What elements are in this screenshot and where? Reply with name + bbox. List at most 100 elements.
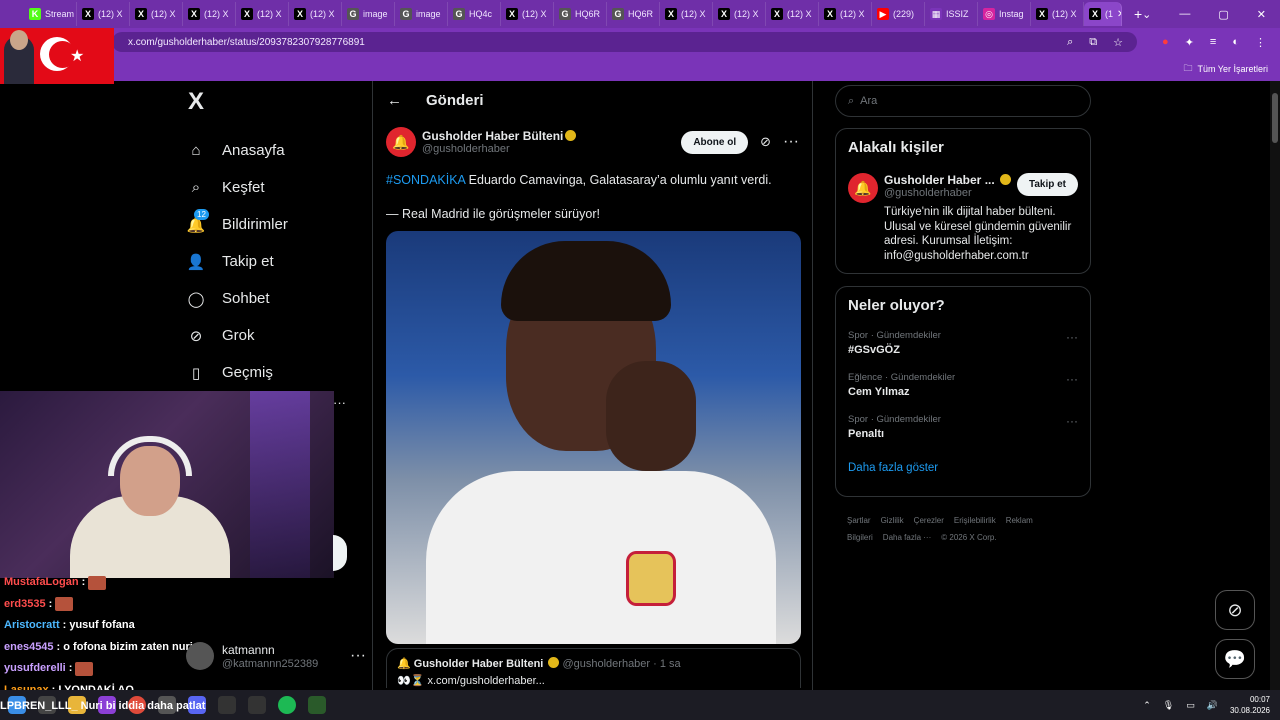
follow-button[interactable]: Takip et	[1016, 173, 1078, 196]
more-icon[interactable]: ···	[1066, 414, 1078, 428]
more-icon[interactable]: ···	[1066, 372, 1078, 386]
spotify-icon[interactable]	[278, 696, 296, 714]
menu-kebab-icon[interactable]: ⋮	[1255, 36, 1266, 49]
trend-item[interactable]: Spor · Gündemdekiler #GSvGÖZ ···	[848, 330, 1078, 356]
footer-link[interactable]: Şartlar	[847, 516, 871, 525]
app-icon[interactable]	[218, 696, 236, 714]
more-icon[interactable]: ···	[783, 133, 799, 151]
sidebar-item-keşfet[interactable]: ⌕ Keşfet	[186, 169, 366, 206]
x-logo-icon[interactable]: X	[188, 88, 366, 116]
sidebar-item-geçmiş[interactable]: ▯ Geçmiş	[186, 354, 366, 391]
footer-link[interactable]: Gizlilik	[881, 516, 904, 525]
post-image[interactable]	[386, 231, 801, 644]
tab-label: HQ6R	[575, 9, 601, 19]
footer-link[interactable]: Daha fazla ···	[883, 533, 931, 542]
volume-icon[interactable]: 🔊	[1207, 700, 1218, 711]
sidebar-item-sohbet[interactable]: ◯ Sohbet	[186, 280, 366, 317]
browser-tab[interactable]: X (12) X	[289, 2, 342, 26]
chat-user[interactable]: enes4545	[4, 637, 54, 659]
footer-link[interactable]: © 2026 X Corp.	[941, 533, 996, 542]
browser-tab[interactable]: G HQ6R	[554, 2, 607, 26]
show-more-link[interactable]: Daha fazla göster	[848, 462, 1078, 474]
sidebar-item-grok[interactable]: ⊘ Grok	[186, 317, 366, 354]
browser-tab[interactable]: ▶ (229)	[872, 2, 925, 26]
browser-tab[interactable]: X (12) X	[713, 2, 766, 26]
browser-tab[interactable]: X (12) X	[183, 2, 236, 26]
chevron-up-icon[interactable]: ⌃	[1143, 700, 1151, 711]
post-author-name[interactable]: Gusholder Haber Bülteni	[422, 129, 563, 143]
tab-label: (12) X	[1052, 9, 1077, 19]
browser-tab[interactable]: Gimage	[395, 2, 448, 26]
browser-tab[interactable]: K Stream	[24, 2, 77, 26]
bell-avatar-icon[interactable]: 🔔	[386, 127, 416, 157]
browser-tab[interactable]: X (12) X	[77, 2, 130, 26]
maximize-button[interactable]: ▢	[1218, 8, 1228, 21]
bell-avatar-icon[interactable]: 🔔	[848, 173, 878, 203]
sidebar-item-bildirimler[interactable]: 🔔 12 Bildirimler	[186, 206, 366, 243]
hashtag-link[interactable]: #SONDAKİKA	[386, 173, 465, 187]
trend-item[interactable]: Eğlence · Gündemdekiler Cem Yılmaz ···	[848, 372, 1078, 398]
account-switcher[interactable]: katmannn @katmannn252389 ···	[186, 637, 366, 675]
more-icon[interactable]: ···	[350, 647, 366, 665]
media-icon[interactable]: ≡	[1210, 36, 1216, 49]
sidebar-item-anasayfa[interactable]: ⌂ Anasayfa	[186, 132, 366, 169]
browser-tab[interactable]: ▦ ISSIZ	[925, 2, 978, 26]
close-tab-icon[interactable]: ✕	[1117, 9, 1121, 20]
post-line-2: — Real Madrid ile görüşmeler sürüyor!	[386, 207, 600, 221]
url-bar[interactable]: x.com/gusholderhaber/status/209378230792…	[112, 32, 1137, 52]
sidebar-item-label: Grok	[222, 327, 255, 344]
scrollbar[interactable]	[1270, 81, 1280, 696]
related-name[interactable]: Gusholder Haber ...	[884, 173, 995, 187]
browser-tab[interactable]: G HQ6R	[607, 2, 660, 26]
chat-user[interactable]: Aristocratt	[4, 615, 60, 637]
sidebar-item-takip et[interactable]: 👤 Takip et	[186, 243, 366, 280]
new-tab-button[interactable]: +	[1134, 6, 1142, 22]
browser-tab[interactable]: X (12) X	[130, 2, 183, 26]
app-icon[interactable]	[248, 696, 266, 714]
browser-tab[interactable]: X (12) X	[819, 2, 872, 26]
microphone-icon[interactable]: 🎙	[1163, 700, 1174, 711]
browser-tab[interactable]: X (12) X	[501, 2, 554, 26]
app-icon[interactable]	[308, 696, 326, 714]
sidebar-item-label: Keşfet	[222, 179, 265, 196]
grok-icon[interactable]: ⊘	[760, 134, 771, 150]
trend-item[interactable]: Spor · Gündemdekiler Penaltı ···	[848, 414, 1078, 440]
browser-tab[interactable]: X (12) X	[660, 2, 713, 26]
browser-tab[interactable]: Gimage	[342, 2, 395, 26]
post-author-handle[interactable]: @gusholderhaber	[422, 143, 576, 155]
extension-icon[interactable]: ●	[1162, 36, 1169, 49]
browser-tab[interactable]: ◎ Instag	[978, 2, 1031, 26]
display-icon[interactable]: ▭	[1186, 700, 1195, 711]
chat-user[interactable]: MustafaLogan	[4, 572, 79, 594]
more-icon[interactable]: ···	[333, 395, 346, 410]
install-icon[interactable]: ⧉	[1089, 36, 1097, 49]
active-tab[interactable]: X (1✕	[1084, 2, 1122, 26]
footer-link[interactable]: Erişilebilirlik	[954, 516, 996, 525]
grok-button[interactable]: ⊘	[1215, 590, 1255, 630]
tab-label: (12) X	[522, 9, 547, 19]
close-window-button[interactable]: ✕	[1257, 8, 1266, 21]
browser-tab[interactable]: G HQ4c	[448, 2, 501, 26]
chat-marquee: LPBREN_LLL_ Nuri bi iddia daha patlat	[0, 700, 206, 712]
extensions-puzzle-icon[interactable]: ✦	[1185, 36, 1194, 49]
more-icon[interactable]: ···	[1066, 330, 1078, 344]
messages-button[interactable]: 💬	[1215, 639, 1255, 679]
profile-avatar[interactable]: ◐	[1232, 36, 1239, 49]
browser-tab[interactable]: X (12) X	[1031, 2, 1084, 26]
zoom-icon[interactable]: ⌕	[1067, 36, 1073, 49]
clock[interactable]: 00:07 30.08.2026	[1230, 694, 1270, 716]
browser-tab[interactable]: X (12) X	[236, 2, 289, 26]
minimize-button[interactable]: —	[1179, 8, 1190, 20]
subscribe-button[interactable]: Abone ol	[681, 130, 749, 154]
bookmark-star-icon[interactable]: ☆	[1113, 36, 1123, 49]
quoted-post[interactable]: 🔔 Gusholder Haber Bülteni @gusholderhabe…	[386, 648, 801, 688]
tab-search-icon[interactable]: ⌄	[1142, 8, 1151, 21]
all-bookmarks-link[interactable]: Tüm Yer İşaretleri	[1197, 64, 1268, 74]
post-button-partial[interactable]	[333, 535, 347, 571]
back-arrow-icon[interactable]: ←	[387, 92, 402, 109]
footer-link[interactable]: Çerezler	[914, 516, 944, 525]
browser-tab[interactable]: X (12) X	[766, 2, 819, 26]
chat-user[interactable]: erd3535	[4, 594, 46, 616]
search-input[interactable]: ⌕ Ara	[835, 85, 1091, 117]
chat-user[interactable]: yusufderelli	[4, 658, 66, 680]
